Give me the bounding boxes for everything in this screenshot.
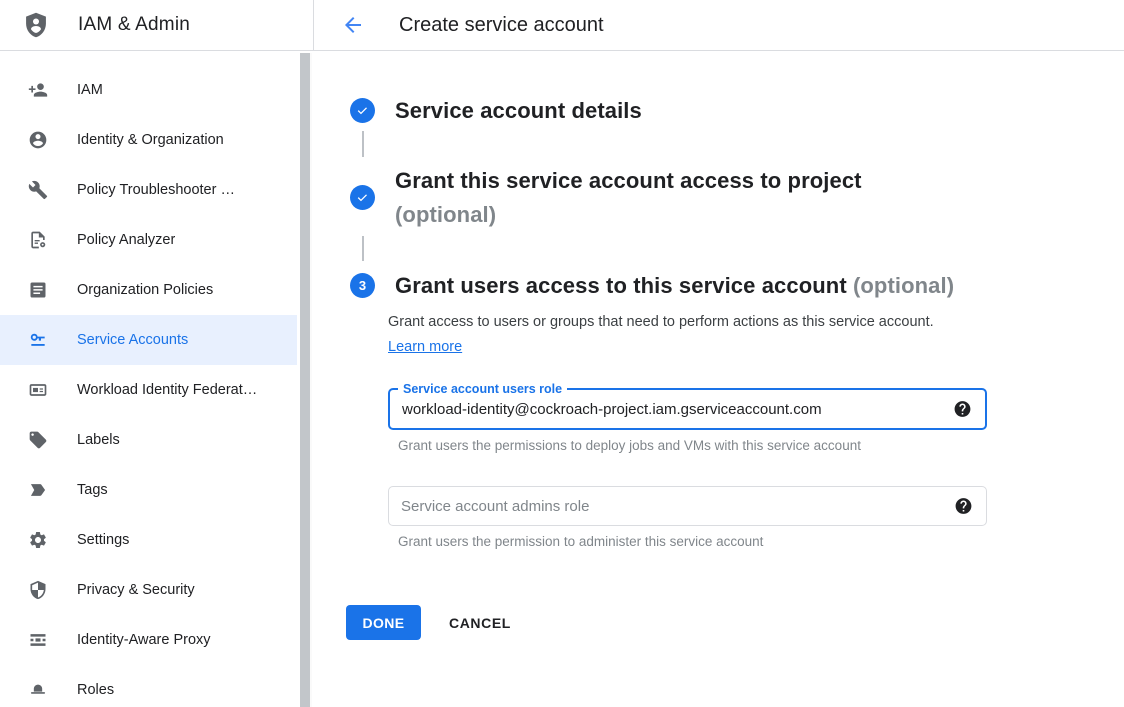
step3-number: 3 — [359, 278, 366, 293]
account-circle-icon — [28, 130, 48, 150]
sidebar-item-service-accounts[interactable]: Service Accounts — [0, 315, 297, 365]
sidebar: IAM & Admin IAM Identity & Organization … — [0, 0, 313, 707]
org-policies-icon — [28, 280, 48, 300]
sidebar-item-labels[interactable]: Labels — [0, 415, 297, 465]
sidebar-item-label: Workload Identity Federat… — [77, 382, 257, 398]
step2-title-text: Grant this service account access to pro… — [395, 168, 862, 193]
step-connector — [362, 236, 364, 261]
sidebar-item-label: Identity & Organization — [77, 132, 224, 148]
step3-optional-text: (optional) — [853, 273, 954, 298]
service-account-admins-role-input[interactable] — [389, 487, 986, 525]
sidebar-item-label: Policy Troubleshooter … — [77, 182, 235, 198]
page-title: Create service account — [399, 14, 604, 37]
sidebar-scrollbar-thumb[interactable] — [300, 53, 310, 707]
person-add-icon — [28, 80, 48, 100]
tag-arrow-icon — [28, 480, 48, 500]
sidebar-item-label: Settings — [77, 532, 129, 548]
arrow-back-icon[interactable] — [341, 13, 365, 37]
step2-optional-text: (optional) — [395, 202, 496, 227]
cancel-button[interactable]: CANCEL — [449, 605, 511, 640]
step-connector — [362, 131, 364, 157]
step3-number-badge: 3 — [350, 273, 375, 298]
workload-identity-card-icon — [28, 380, 48, 400]
sidebar-item-label: Service Accounts — [77, 332, 188, 348]
sidebar-header: IAM & Admin — [0, 0, 313, 51]
step3-title-text: Grant users access to this service accou… — [395, 273, 847, 298]
label-tag-icon — [28, 430, 48, 450]
sidebar-item-identity-aware-proxy[interactable]: Identity-Aware Proxy — [0, 615, 297, 665]
sidebar-item-identity-organization[interactable]: Identity & Organization — [0, 115, 297, 165]
step3-description: Grant access to users or groups that nee… — [388, 310, 948, 360]
step1-title-text: Service account details — [395, 98, 642, 123]
step3-title: Grant users access to this service accou… — [395, 269, 1075, 303]
step3-description-text: Grant access to users or groups that nee… — [388, 314, 934, 330]
sidebar-item-roles[interactable]: Roles — [0, 665, 297, 707]
sidebar-title: IAM & Admin — [78, 14, 190, 36]
sidebar-item-workload-identity-federation[interactable]: Workload Identity Federat… — [0, 365, 297, 415]
sidebar-item-label: Labels — [77, 432, 120, 448]
sidebar-item-policy-troubleshooter[interactable]: Policy Troubleshooter … — [0, 165, 297, 215]
sidebar-item-organization-policies[interactable]: Organization Policies — [0, 265, 297, 315]
admins-role-helper-text: Grant users the permission to administer… — [398, 534, 958, 549]
sidebar-item-label: Tags — [77, 482, 108, 498]
iam-admin-console: IAM & Admin IAM Identity & Organization … — [0, 0, 1124, 707]
hat-icon — [28, 680, 48, 700]
sidebar-item-settings[interactable]: Settings — [0, 515, 297, 565]
sidebar-item-tags[interactable]: Tags — [0, 465, 297, 515]
step1-title[interactable]: Service account details — [395, 94, 642, 128]
sidebar-scrollbar-track — [300, 53, 312, 707]
sidebar-item-iam[interactable]: IAM — [0, 65, 297, 115]
step2-completed-check-icon — [350, 185, 375, 210]
policy-analyzer-icon — [28, 230, 48, 250]
step1-completed-check-icon — [350, 98, 375, 123]
wrench-icon — [28, 180, 48, 200]
learn-more-link[interactable]: Learn more — [388, 339, 462, 355]
page-header: Create service account — [313, 0, 1124, 51]
users-role-helper-text: Grant users the permissions to deploy jo… — [398, 438, 958, 453]
sidebar-item-privacy-security[interactable]: Privacy & Security — [0, 565, 297, 615]
sidebar-item-label: Identity-Aware Proxy — [77, 632, 211, 648]
sidebar-item-label: Organization Policies — [77, 282, 213, 298]
iam-shield-icon — [22, 11, 50, 39]
sidebar-item-label: Policy Analyzer — [77, 232, 175, 248]
main-panel: Create service account Service account d… — [313, 0, 1124, 707]
service-account-users-role-field: Service account users role — [388, 388, 987, 430]
service-accounts-key-icon — [28, 330, 48, 350]
shield-icon — [28, 580, 48, 600]
help-icon[interactable] — [954, 497, 973, 516]
service-account-users-role-input[interactable] — [390, 390, 985, 428]
step2-title[interactable]: Grant this service account access to pro… — [395, 164, 955, 232]
sidebar-item-policy-analyzer[interactable]: Policy Analyzer — [0, 215, 297, 265]
gear-icon — [28, 530, 48, 550]
sidebar-nav: IAM Identity & Organization Policy Troub… — [0, 51, 313, 707]
sidebar-item-label: Privacy & Security — [77, 582, 195, 598]
iap-icon — [28, 630, 48, 650]
sidebar-item-label: Roles — [77, 682, 114, 698]
sidebar-item-label: IAM — [77, 82, 103, 98]
service-account-admins-role-field — [388, 486, 987, 526]
help-icon[interactable] — [953, 400, 972, 419]
done-button[interactable]: DONE — [346, 605, 421, 640]
